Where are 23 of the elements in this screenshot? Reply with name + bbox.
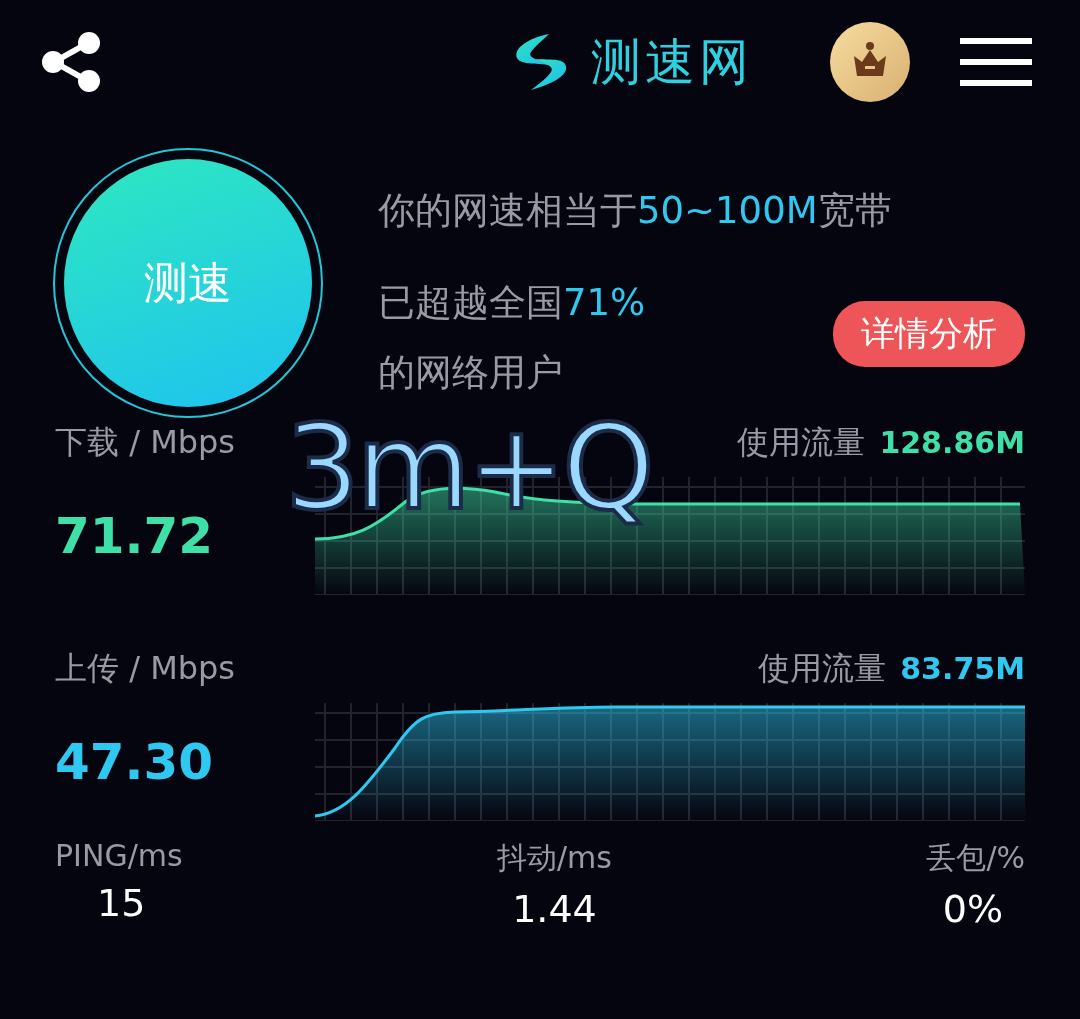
usage-value: 83.75M [900,651,1025,686]
share-icon[interactable] [40,31,102,93]
crown-icon[interactable] [830,22,910,102]
stat-value: 1.44 [512,887,597,931]
stat-value: 15 [96,881,146,925]
speed-value: 71.72 [55,507,215,565]
summary-text: 你的网速相当于50~100M宽带 [378,188,893,234]
stat-label: 丢包/% [926,839,1025,877]
summary-text: 的网络用户 [378,350,564,396]
menu-icon[interactable] [960,36,1032,88]
speed-label: 上传 / Mbps [55,648,236,689]
speed-value: 47.30 [55,733,215,791]
summary-text: 已超越全国71% [378,280,647,326]
usage-label: 使用流量 [737,422,866,463]
stat-value: 0% [942,887,1004,931]
speed-label: 下载 / Mbps [55,422,236,463]
usage-label: 使用流量 [758,648,887,689]
start-test-button[interactable]: 测速 [53,148,323,418]
stat-label: 抖动/ms [497,839,612,877]
detail-analysis-button[interactable]: 详情分析 [833,301,1025,367]
usage-value: 128.86M [879,425,1025,460]
app-logo-text: 测速网 [591,31,753,93]
stat-label: PING/ms [55,838,183,873]
